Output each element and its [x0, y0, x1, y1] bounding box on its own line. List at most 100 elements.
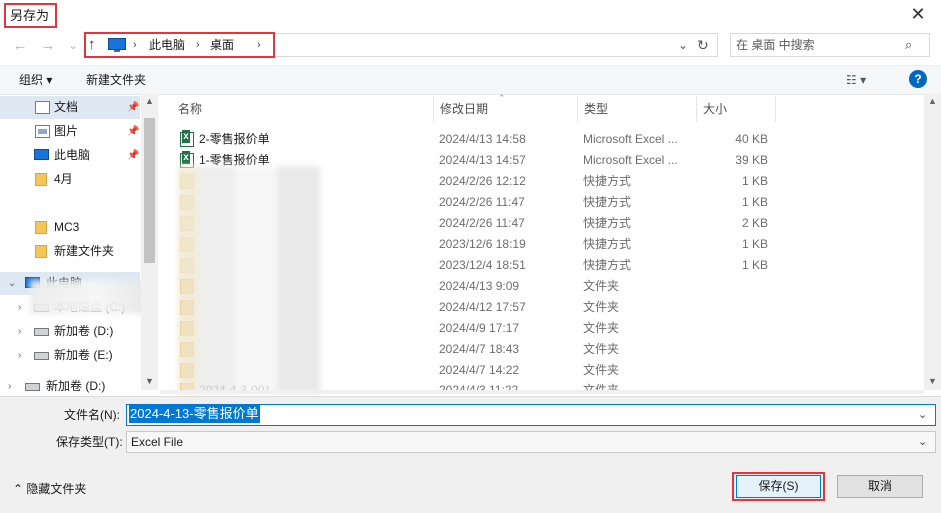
file-date: 2024/4/7 14:22 [439, 363, 520, 377]
chevron-right-icon[interactable]: › [18, 344, 21, 367]
file-date: 2024/2/26 12:12 [439, 174, 526, 188]
breadcrumb-desktop[interactable]: 桌面 [210, 35, 234, 55]
sidebar-scroll-down[interactable]: ▼ [141, 376, 158, 390]
close-icon: ✕ [910, 3, 926, 24]
horizontal-scrollbar[interactable] [160, 390, 924, 394]
sidebar-item-label: 新加卷 (D:) [46, 379, 106, 393]
file-size: 40 KB [735, 132, 768, 146]
sidebar-item-label: 新建文件夹 [54, 244, 115, 258]
search-icon[interactable]: ⌕ [905, 37, 921, 53]
file-date: 2024/4/9 17:17 [439, 321, 520, 335]
column-header-type[interactable]: 类型 [578, 96, 697, 122]
file-date: 2024/4/13 14:57 [439, 153, 526, 167]
file-name: 2-零售报价单 [199, 132, 270, 146]
column-header-size[interactable]: 大小 [697, 96, 776, 122]
column-header-name[interactable]: 名称 [172, 96, 434, 122]
file-date: 2024/4/13 14:58 [439, 132, 526, 146]
file-type: 文件夹 [583, 342, 620, 356]
doc-icon [35, 101, 50, 114]
file-list-scrollbar[interactable] [924, 94, 941, 390]
file-size [704, 318, 768, 339]
breadcrumb-separator[interactable]: › [133, 35, 137, 55]
file-date: 2024/4/7 18:43 [439, 342, 520, 356]
file-type: 快捷方式 [583, 258, 632, 272]
sidebar-item-label: 新加卷 (D:) [54, 324, 114, 338]
file-date: 2024/4/13 9:09 [439, 279, 520, 293]
cancel-button[interactable]: 取消 [837, 475, 923, 498]
up-button[interactable]: ↑ [88, 35, 102, 55]
sidebar-scroll-thumb[interactable] [144, 118, 155, 263]
new-folder-button[interactable]: 新建文件夹 [86, 71, 146, 89]
view-options-button[interactable]: ☷ ▾ [846, 71, 886, 89]
sidebar-item-label: 新加卷 (E:) [54, 348, 113, 362]
file-type: 快捷方式 [583, 195, 632, 209]
sidebar-item-label: MC3 [54, 220, 80, 234]
save-type-select[interactable] [126, 431, 936, 453]
breadcrumb-separator[interactable]: › [257, 35, 261, 55]
folder-icon [35, 245, 47, 258]
chevron-down-icon[interactable]: ⌄ [918, 433, 932, 451]
file-date: 2024/2/26 11:47 [439, 216, 525, 230]
sidebar-item-label: 文档 [54, 100, 79, 114]
back-button[interactable]: ← [10, 36, 30, 56]
filename-input[interactable]: 2024-4-13-零售报价单 [129, 405, 260, 423]
sidebar-item-mc3[interactable]: MC3 [0, 216, 140, 239]
sidebar-item-new-folder[interactable]: 新建文件夹 [0, 240, 140, 263]
sidebar-item-drive-d[interactable]: › 新加卷 (D:) [0, 320, 140, 343]
pin-icon: 📌 [127, 150, 140, 161]
sidebar-item-drive-e[interactable]: › 新加卷 (E:) [0, 344, 140, 367]
breadcrumb-this-pc[interactable]: 此电脑 [149, 35, 185, 55]
drive-icon [34, 328, 49, 336]
chevron-down-icon[interactable]: ⌄ [918, 406, 932, 424]
pc-icon [34, 149, 49, 160]
image-icon [35, 125, 50, 138]
file-size: 1 KB [741, 174, 768, 188]
chevron-right-icon[interactable]: › [18, 320, 21, 343]
file-list-scroll-up[interactable]: ▲ [924, 96, 941, 110]
recent-locations-button[interactable]: ⌄ [63, 36, 83, 56]
file-date: 2023/12/6 18:19 [439, 237, 526, 251]
column-header-date[interactable]: 修改日期 [434, 96, 578, 122]
file-type: 文件夹 [583, 279, 620, 293]
file-size [704, 276, 768, 297]
dialog-title: 另存为 [4, 3, 57, 28]
file-size: 39 KB [735, 153, 768, 167]
sort-icon: ⌃ [498, 93, 506, 103]
table-row[interactable]: 2-零售报价单 2024/4/13 14:58 Microsoft Excel … [170, 129, 925, 150]
organize-button[interactable]: 组织 ▾ [19, 71, 52, 89]
close-button[interactable]: ✕ [895, 0, 941, 28]
file-size: 2 KB [741, 216, 768, 230]
sidebar-item-april[interactable]: 4月 [0, 168, 140, 191]
sidebar-item-this-pc-quick[interactable]: 此电脑 📌 [0, 144, 140, 167]
help-icon[interactable]: ? [909, 70, 927, 88]
sidebar-scroll-up[interactable]: ▲ [141, 96, 158, 110]
chevron-right-icon[interactable]: › [8, 375, 11, 394]
drive-icon [34, 352, 49, 360]
refresh-icon[interactable]: ↻ [697, 35, 713, 55]
pin-icon: 📌 [127, 102, 140, 113]
drive-icon [25, 383, 40, 391]
search-input[interactable] [736, 36, 896, 54]
save-type-value: Excel File [131, 435, 184, 449]
forward-button[interactable]: → [38, 36, 58, 56]
sidebar-item-label: 4月 [54, 172, 73, 186]
file-size: 1 KB [741, 237, 768, 251]
file-size [704, 297, 768, 318]
chevron-down-icon[interactable]: ⌄ [8, 272, 16, 295]
file-date: 2024/4/12 17:57 [439, 300, 526, 314]
sidebar-item-pictures[interactable]: 图片 📌 [0, 120, 140, 143]
hide-folders-toggle[interactable]: ⌃ 隐藏文件夹 [13, 480, 86, 498]
file-date: 2023/12/4 18:51 [439, 258, 526, 272]
file-type: 文件夹 [583, 321, 620, 335]
chevron-right-icon[interactable]: › [18, 296, 21, 319]
sidebar-item-documents[interactable]: 文档 📌 [0, 96, 140, 119]
sidebar-item-network-drive-d[interactable]: › 新加卷 (D:) [0, 375, 140, 394]
address-dropdown-icon[interactable]: ⌄ [678, 35, 692, 55]
file-list-scroll-down[interactable]: ▼ [924, 376, 941, 390]
file-size [704, 339, 768, 360]
breadcrumb-separator[interactable]: › [196, 35, 200, 55]
folder-icon [35, 173, 47, 186]
folder-icon [35, 221, 47, 234]
save-button[interactable]: 保存(S) [736, 475, 821, 498]
file-type: 快捷方式 [583, 174, 632, 188]
